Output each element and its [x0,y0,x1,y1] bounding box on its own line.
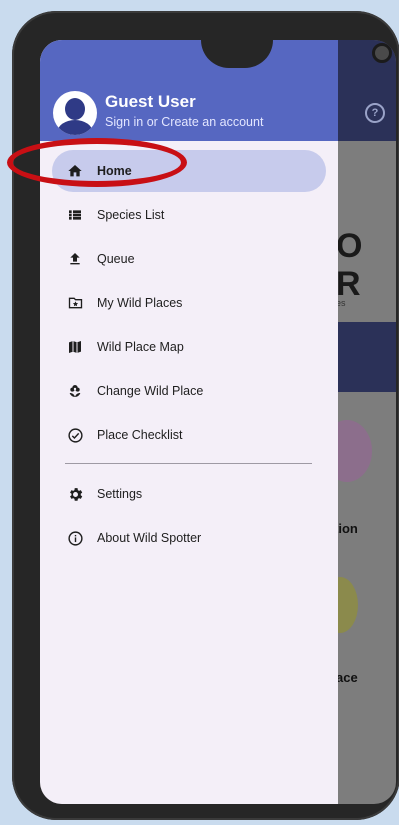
sign-in-link[interactable]: Sign in or Create an account [105,115,263,129]
divider [65,463,312,464]
menu-item-change-wild-place[interactable]: Change Wild Place [52,370,326,412]
check-circle-icon [66,426,84,444]
menu-item-place-checklist[interactable]: Place Checklist [52,414,326,456]
help-icon[interactable]: ? [365,103,385,123]
map-icon [66,338,84,356]
info-icon [66,529,84,547]
menu-item-queue[interactable]: Queue [52,238,326,280]
avatar[interactable] [53,91,97,135]
feature-label: ace [336,670,358,685]
menu-item-species-list[interactable]: Species List [52,194,326,236]
flower-icon [66,382,84,400]
menu-item-about[interactable]: About Wild Spotter [52,517,326,559]
front-camera [372,43,392,63]
user-name: Guest User [105,92,196,111]
phone-frame: ? O R es tion ace Guest User Sign in or … [12,11,399,820]
menu-item-label: Place Checklist [97,428,183,442]
upload-icon [66,250,84,268]
menu-item-label: My Wild Places [97,296,183,310]
menu-item-label: Species List [97,208,165,222]
app-logo-fragment: O [336,227,363,265]
gear-icon [66,485,84,503]
menu-item-label: Settings [97,487,143,501]
menu-item-label: Queue [97,252,135,266]
avatar-head [65,98,85,120]
drawer-header[interactable]: Guest User Sign in or Create an account [40,40,338,141]
menu-item-label: About Wild Spotter [97,531,202,545]
menu-item-label: Wild Place Map [97,340,184,354]
menu-item-my-wild-places[interactable]: My Wild Places [52,282,326,324]
list-icon [66,206,84,224]
menu-item-wild-place-map[interactable]: Wild Place Map [52,326,326,368]
menu-item-settings[interactable]: Settings [52,473,326,515]
folder-star-icon [66,294,84,312]
avatar-body [57,120,93,135]
home-highlight-annotation [7,138,187,187]
menu-item-label: Change Wild Place [97,384,204,398]
